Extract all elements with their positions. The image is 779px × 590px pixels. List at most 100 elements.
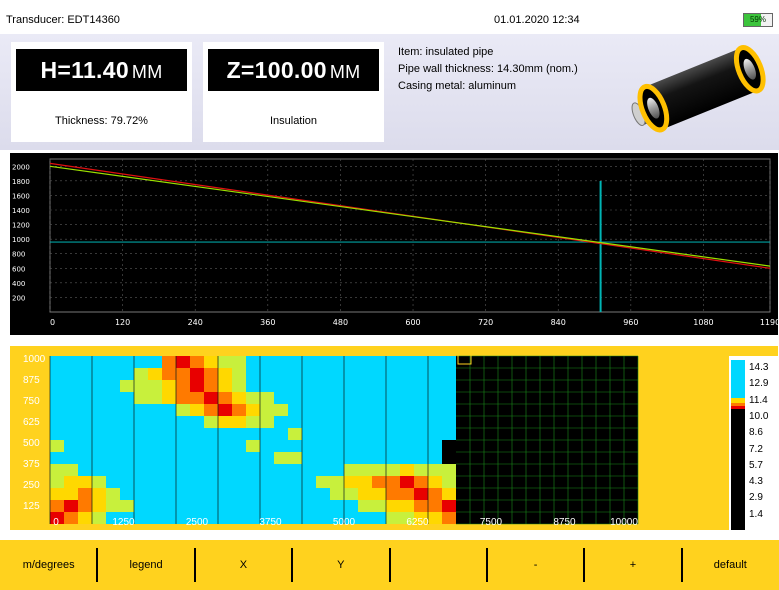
cscan-cell bbox=[204, 404, 218, 416]
cscan-map[interactable] bbox=[10, 346, 729, 530]
default-button[interactable]: default bbox=[682, 540, 779, 590]
toolbar-divider bbox=[388, 548, 391, 582]
plus-button[interactable]: + bbox=[584, 540, 681, 590]
cscan-cell bbox=[176, 368, 190, 380]
cscan-cell bbox=[92, 476, 106, 488]
cscan-cell bbox=[400, 476, 414, 488]
ascan-chart[interactable]: 0 120 240 360 480 600 720 840 960 1080 1190 200 400 6… bbox=[10, 153, 779, 335]
cscan-cell bbox=[442, 488, 456, 500]
cscan-cell bbox=[204, 380, 218, 392]
cscan-cell bbox=[372, 488, 386, 500]
cscan-cell bbox=[288, 452, 302, 464]
cscan-cell bbox=[64, 512, 78, 524]
status-bar: Transducer: EDT14360 01.01.2020 12:34 59… bbox=[0, 0, 779, 34]
ascan-x-tick: 480 bbox=[333, 318, 348, 327]
cscan-cell bbox=[162, 392, 176, 404]
ascan-y-tick: 1800 bbox=[12, 178, 30, 186]
cscan-cell bbox=[372, 464, 386, 476]
cscan-y-tick: 250 bbox=[23, 480, 40, 491]
cscan-cell bbox=[64, 488, 78, 500]
toolbar-divider bbox=[583, 548, 586, 582]
legend-label: 5.7 bbox=[749, 459, 763, 471]
ascan-y-tick: 1200 bbox=[12, 222, 30, 230]
cscan-cell bbox=[442, 512, 456, 524]
battery-icon: 59% bbox=[743, 13, 773, 27]
ascan-x-tick: 360 bbox=[260, 318, 275, 327]
blank-button[interactable] bbox=[390, 540, 487, 590]
color-legend: 14.3 12.9 11.4 10.0 8.6 7.2 5.7 4.3 2.9 1.4 bbox=[729, 356, 778, 530]
cscan-panel[interactable]: 1000 875 750 625 500 375 250 125 0 1250 2500 3750 5… bbox=[10, 346, 778, 530]
cscan-cell bbox=[92, 500, 106, 512]
ascan-y-tick: 200 bbox=[12, 294, 25, 302]
ascan-y-tick: 1000 bbox=[12, 236, 30, 244]
ascan-y-tick: 1600 bbox=[12, 192, 30, 200]
cscan-cell bbox=[246, 440, 260, 452]
cscan-cell bbox=[428, 512, 442, 524]
insulation-unit: MM bbox=[329, 62, 361, 82]
cscan-cell bbox=[414, 464, 428, 476]
cscan-x-tick: 1250 bbox=[112, 517, 135, 528]
cscan-cell bbox=[78, 500, 92, 512]
cscan-x-tick: 5000 bbox=[332, 517, 356, 528]
cscan-x-tick: 6250 bbox=[406, 517, 429, 528]
cscan-cell bbox=[64, 476, 78, 488]
legend-button[interactable]: legend bbox=[97, 540, 194, 590]
cscan-cell bbox=[414, 476, 428, 488]
cscan-empty-cell bbox=[442, 452, 456, 464]
insulation-box: Z=100.00 MM Insulation bbox=[203, 42, 384, 142]
cscan-cell bbox=[78, 488, 92, 500]
x-button[interactable]: X bbox=[195, 540, 292, 590]
cscan-cell bbox=[218, 416, 232, 428]
casing-metal: Casing metal: aluminum bbox=[398, 80, 516, 92]
cscan-cell bbox=[232, 392, 246, 404]
cscan-y-tick: 1000 bbox=[23, 354, 46, 365]
minus-button[interactable]: - bbox=[487, 540, 584, 590]
cscan-cell bbox=[400, 488, 414, 500]
insulated-pipe-icon bbox=[631, 44, 766, 133]
cscan-cell bbox=[232, 416, 246, 428]
toolbar-divider bbox=[193, 548, 196, 582]
cscan-cell bbox=[372, 476, 386, 488]
cscan-cell bbox=[92, 512, 106, 524]
cscan-cell bbox=[204, 356, 218, 368]
cscan-y-tick: 875 bbox=[23, 375, 40, 386]
cscan-cell bbox=[50, 440, 64, 452]
cscan-x-tick: 8750 bbox=[553, 517, 576, 528]
legend-label: 12.9 bbox=[749, 378, 769, 390]
cscan-cell bbox=[218, 380, 232, 392]
ascan-series-green bbox=[49, 165, 771, 267]
cscan-cell bbox=[204, 416, 218, 428]
cscan-cell bbox=[92, 488, 106, 500]
y-button[interactable]: Y bbox=[292, 540, 389, 590]
cscan-cell bbox=[442, 464, 456, 476]
cscan-cell bbox=[400, 500, 414, 512]
cscan-cell bbox=[316, 476, 330, 488]
ascan-panel[interactable]: 0 120 240 360 480 600 720 840 960 1080 1190 200 400 6… bbox=[10, 153, 779, 335]
cscan-cell bbox=[274, 404, 288, 416]
cscan-cell bbox=[120, 500, 134, 512]
cscan-cell bbox=[232, 356, 246, 368]
cscan-y-tick: 625 bbox=[23, 417, 40, 428]
cscan-x-tick: 0 bbox=[53, 517, 59, 528]
legend-label: 14.3 bbox=[749, 362, 769, 373]
ascan-x-tick: 0 bbox=[50, 318, 55, 327]
cscan-cell bbox=[190, 404, 204, 416]
cscan-cell bbox=[260, 392, 274, 404]
thickness-value-display: H=11.40 MM bbox=[16, 49, 187, 91]
legend-label: 2.9 bbox=[749, 492, 763, 504]
cscan-cell bbox=[400, 464, 414, 476]
cscan-cell bbox=[176, 380, 190, 392]
thickness-unit: MM bbox=[131, 62, 163, 82]
cscan-cell bbox=[78, 476, 92, 488]
cscan-cell bbox=[176, 404, 190, 416]
cscan-cell bbox=[50, 500, 64, 512]
cscan-cell bbox=[260, 416, 274, 428]
cscan-cell bbox=[218, 368, 232, 380]
cscan-cell bbox=[246, 392, 260, 404]
ascan-y-tick: 1400 bbox=[12, 207, 30, 215]
m-degrees-button[interactable]: m/degrees bbox=[0, 540, 97, 590]
cscan-cell bbox=[50, 464, 64, 476]
ascan-x-tick: 1190 bbox=[760, 318, 778, 327]
cscan-cell bbox=[442, 500, 456, 512]
ascan-y-tick: 2000 bbox=[12, 163, 30, 171]
